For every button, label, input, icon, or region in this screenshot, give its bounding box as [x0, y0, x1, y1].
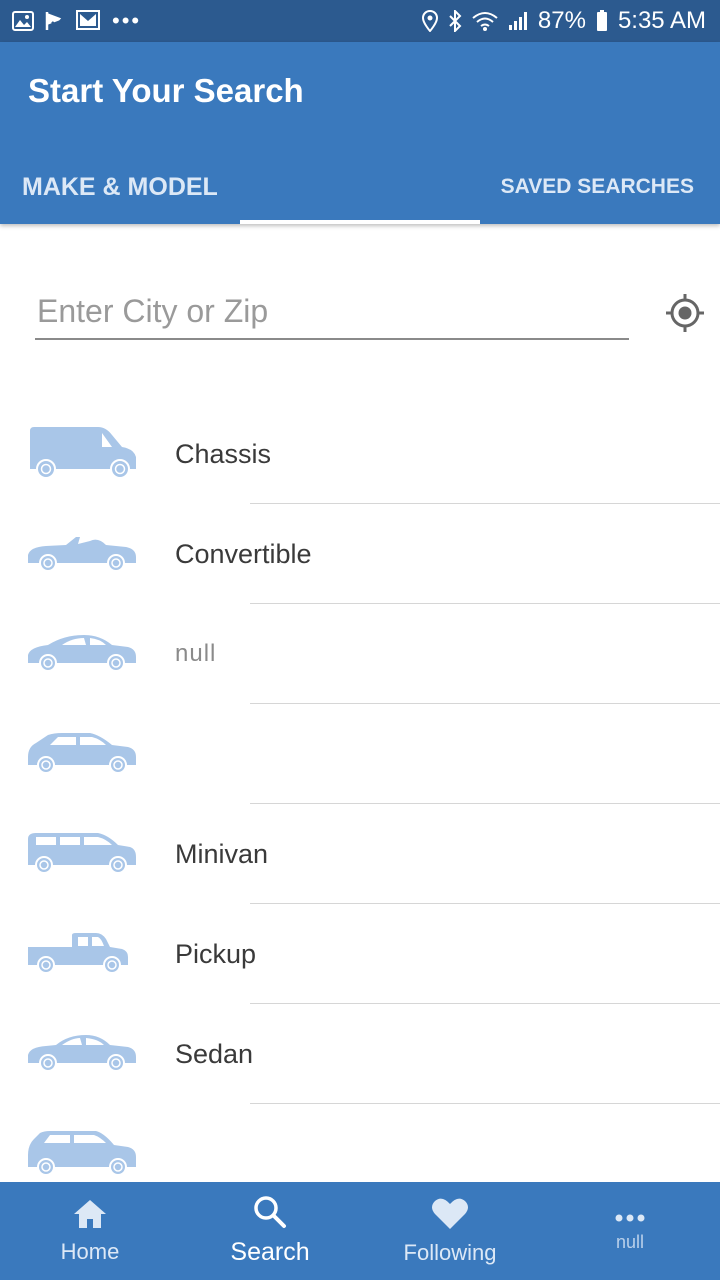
nav-search-label: Search [230, 1238, 310, 1266]
wifi-icon [472, 9, 498, 33]
status-right: 87% 5:35 AM [421, 7, 706, 35]
body-style-label: Pickup [175, 938, 257, 969]
coupe-icon [26, 622, 138, 684]
my-location-button[interactable] [662, 292, 708, 338]
app-header: Start Your Search MAKE & MODEL SAVED SEA… [0, 42, 720, 224]
home-icon [72, 1198, 108, 1235]
status-overflow: ••• [112, 8, 142, 33]
nav-more-label: null [615, 1231, 645, 1252]
sedan-icon [26, 1022, 138, 1084]
hatchback-icon [26, 722, 138, 784]
mail-icon [76, 9, 102, 33]
body-style-pickup[interactable]: Pickup [0, 904, 720, 1004]
tab-make-and-model[interactable]: MAKE & MODEL [22, 150, 218, 224]
signal-icon [508, 9, 528, 33]
page-title: Start Your Search [28, 72, 304, 109]
body-style-label: Sedan [175, 1038, 254, 1069]
body-style-sedan[interactable]: Sedan [0, 1004, 720, 1104]
location-pin-icon [421, 9, 438, 33]
body-style-label: Minivan [175, 838, 269, 869]
heart-icon [431, 1197, 469, 1236]
check-flag-icon [44, 9, 66, 33]
convertible-icon [26, 522, 138, 584]
battery-percent: 87% [537, 7, 586, 34]
body-style-label: null [175, 640, 217, 667]
body-style-hatchback[interactable] [0, 704, 720, 804]
van-icon [26, 422, 138, 484]
tab-saved-searches[interactable]: SAVED SEARCHES [501, 150, 694, 224]
search-icon [253, 1195, 287, 1234]
pickup-icon [26, 922, 138, 984]
tab-indicator [240, 220, 480, 224]
nav-home-label: Home [60, 1238, 120, 1264]
suv-icon [26, 1122, 138, 1184]
body-style-list: Chassis Convertible null Minivan Pickup … [0, 404, 720, 1204]
status-left: ••• [12, 8, 141, 34]
body-style-coupe[interactable]: null [0, 604, 720, 704]
body-style-label: Convertible [175, 538, 312, 569]
gallery-icon [12, 9, 34, 33]
body-style-label: Chassis [175, 438, 272, 469]
crosshair-icon [665, 293, 705, 338]
body-style-chassis[interactable]: Chassis [0, 404, 720, 504]
nav-more[interactable]: null [540, 1182, 720, 1280]
status-bar: ••• 87% 5:35 AM [0, 0, 720, 42]
clock: 5:35 AM [617, 7, 706, 34]
city-zip-input[interactable] [35, 284, 629, 340]
body-style-convertible[interactable]: Convertible [0, 504, 720, 604]
nav-following[interactable]: Following [360, 1182, 540, 1280]
battery-icon [596, 9, 608, 33]
more-dots-icon [614, 1210, 646, 1228]
bluetooth-icon [448, 9, 462, 33]
body-style-minivan[interactable]: Minivan [0, 804, 720, 904]
minivan-icon [26, 822, 138, 884]
nav-search[interactable]: Search [180, 1182, 360, 1280]
bottom-nav: Home Search Following null [0, 1182, 720, 1280]
nav-following-label: Following [403, 1239, 497, 1265]
tab-bar: MAKE & MODEL SAVED SEARCHES [0, 150, 720, 224]
nav-home[interactable]: Home [0, 1182, 180, 1280]
